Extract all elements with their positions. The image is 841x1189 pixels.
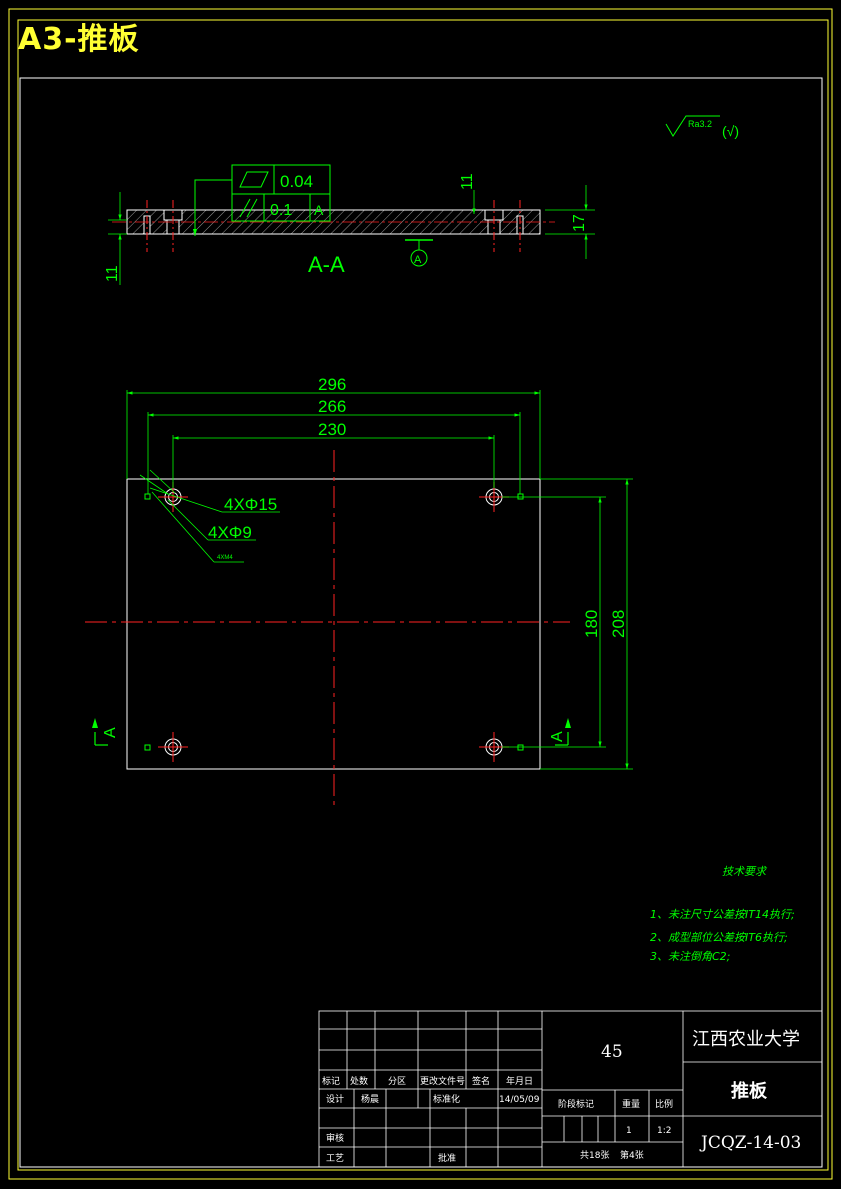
- scale-value: 1:2: [657, 1126, 671, 1136]
- outer-frame: [8, 8, 833, 1180]
- svg-text:A: A: [549, 731, 566, 742]
- surface-finish-symbol: Ra3.2 (√): [665, 115, 739, 139]
- drawing-canvas: Ra3.2 (√) 0.04 0.1 A A A-A 17 11 11 296 …: [8, 8, 833, 1180]
- parallelism-value: 0.1: [270, 202, 292, 219]
- drawing-number: JCQZ-14-03: [699, 1133, 801, 1153]
- dim-height-1: 180: [582, 610, 601, 638]
- date: 14/05/09: [499, 1095, 540, 1105]
- surface-finish-suffix: (√): [722, 123, 739, 139]
- tech-requirements: 技术要求 1、未注尺寸公差按IT14执行; 2、成型部位公差按IT6执行; 3、…: [650, 865, 795, 963]
- review-label: 审核: [326, 1132, 344, 1144]
- stage-label: 阶段标记: [558, 1098, 594, 1110]
- dim-thickness: 17: [571, 214, 588, 232]
- dim-total-width: 296: [318, 375, 346, 394]
- tech-item-1: 1、未注尺寸公差按IT14执行;: [650, 908, 795, 921]
- hole-callout-2: 4XΦ9: [208, 523, 252, 542]
- hole-callout-3: 4XM4: [217, 555, 233, 561]
- title-block-text: 45 江西农业大学 推板 JCQZ-14-03 标记 处数 分区 更改文件号 签…: [322, 1029, 801, 1164]
- design-label: 设计: [326, 1093, 344, 1105]
- hdr-date: 年月日: [506, 1075, 533, 1087]
- hole-bottom-left: [158, 732, 188, 762]
- plan-view: 296 266 230 180 208 4XΦ15 4XΦ9 4XM4 A A: [85, 375, 633, 810]
- dim-width-2: 266: [318, 397, 346, 416]
- weight-value: 1: [626, 1126, 632, 1136]
- dim-counterbore-left: 11: [104, 265, 121, 282]
- datum-label: A: [414, 254, 422, 266]
- hdr-change-doc: 更改文件号: [420, 1075, 465, 1087]
- approve-label: 批准: [438, 1152, 456, 1164]
- hole-callout-1: 4XΦ15: [224, 495, 277, 514]
- section-mark-left: A: [92, 718, 119, 746]
- material: 45: [601, 1042, 623, 1062]
- section-label: A-A: [308, 252, 345, 277]
- designer: 杨晨: [361, 1093, 379, 1105]
- weight-label: 重量: [622, 1098, 640, 1110]
- sheet-number: 第4张: [620, 1149, 644, 1161]
- part-name: 推板: [731, 1080, 768, 1102]
- scale-label: 比例: [655, 1098, 673, 1110]
- flatness-icon: [239, 171, 269, 188]
- standardize-label: 标准化: [433, 1093, 460, 1105]
- process-label: 工艺: [326, 1153, 344, 1164]
- surface-finish-value: Ra3.2: [688, 119, 712, 129]
- sheet-count: 共18张: [580, 1150, 609, 1161]
- school-name: 江西农业大学: [692, 1029, 800, 1050]
- dim-height-2: 208: [609, 610, 628, 638]
- dim-width-3: 230: [318, 420, 346, 439]
- section-view: 0.04 0.1 A A A-A 17 11 11: [104, 164, 595, 285]
- hdr-count: 处数: [350, 1075, 368, 1087]
- inner-frame-yellow: [17, 19, 829, 1171]
- tech-item-2: 2、成型部位公差按IT6执行;: [650, 931, 788, 944]
- tech-heading: 技术要求: [722, 865, 768, 878]
- hdr-mark: 标记: [322, 1075, 340, 1087]
- svg-text:A: A: [102, 727, 119, 738]
- section-mark-right: A: [549, 718, 571, 746]
- hdr-sign: 签名: [472, 1075, 490, 1087]
- hdr-zone: 分区: [388, 1076, 406, 1087]
- dim-counterbore-right: 11: [459, 173, 476, 190]
- tech-item-3: 3、未注倒角C2;: [650, 950, 730, 963]
- flatness-value: 0.04: [280, 172, 313, 191]
- parallelism-datum: A: [314, 202, 324, 218]
